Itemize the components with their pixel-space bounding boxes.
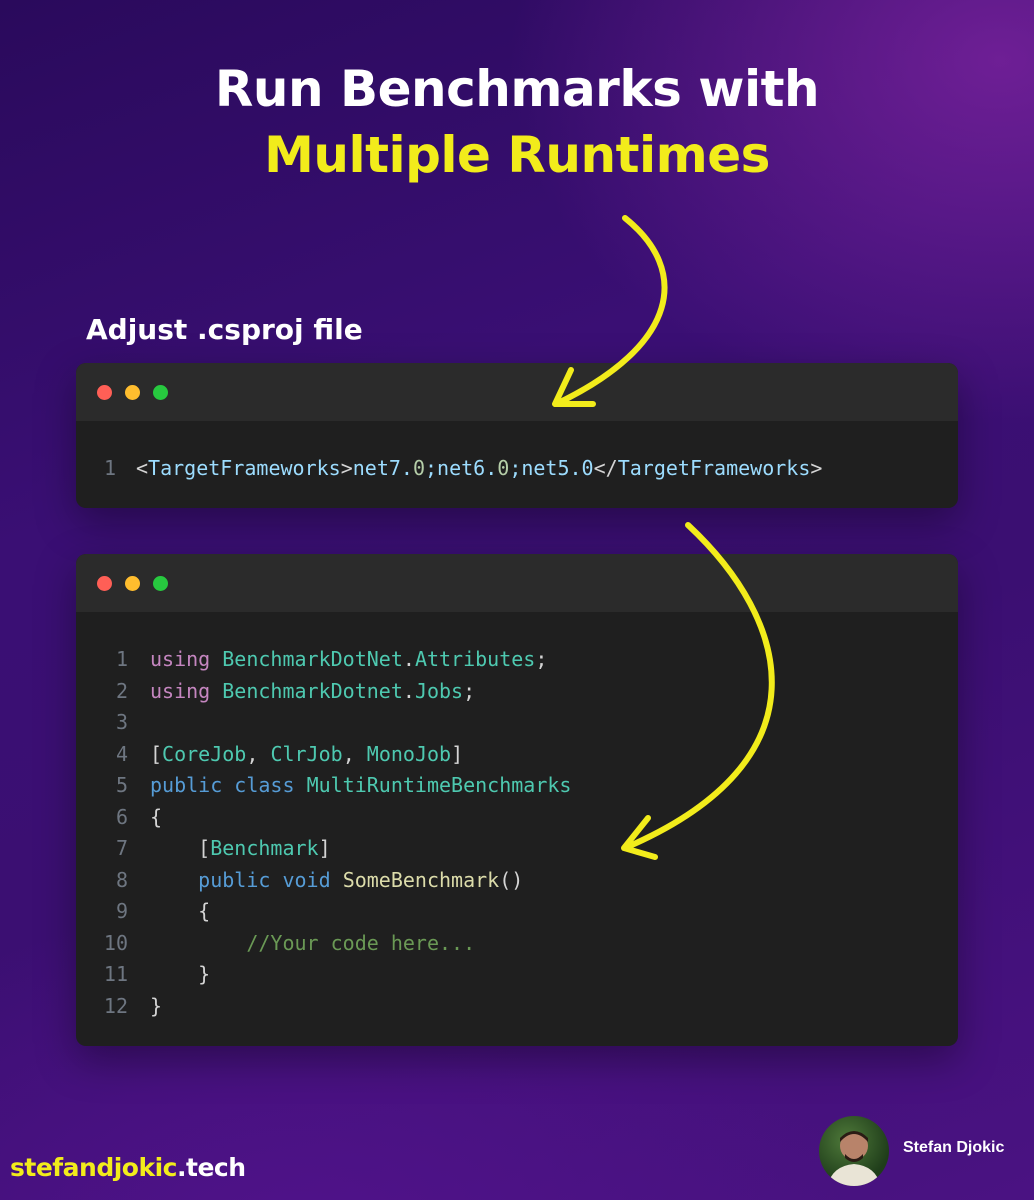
author-name: Stefan Djokic <box>903 1139 1005 1156</box>
avatar <box>819 1116 889 1186</box>
person-icon <box>827 1131 881 1186</box>
arrow-2-icon <box>622 522 775 851</box>
arrow-1-icon <box>553 215 668 407</box>
site-brand: stefandjokic.tech <box>10 1153 246 1182</box>
arrow-decorations <box>552 215 775 860</box>
site-name: stefandjokic <box>10 1153 178 1182</box>
site-suffix: .tech <box>177 1153 246 1182</box>
